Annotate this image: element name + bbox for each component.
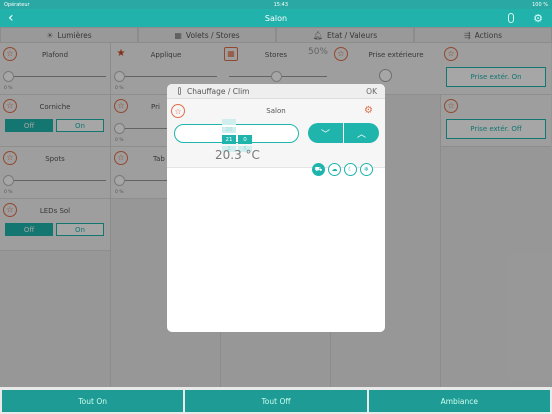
setpoint-stepper: ﹀ ︿ [308,123,379,143]
mode-selector: ⛟ ☁ ☾ ❄ [312,163,373,176]
ambiance-button[interactable]: Ambiance [368,390,550,412]
back-chevron-icon[interactable]: ‹ [8,10,14,26]
room-label: Salon [266,107,286,115]
decrease-button[interactable]: ﹀ [308,123,344,143]
thermostat-panel: ☆ Salon ⚙ 20 21 0 2 5 20.3 °C ﹀ ︿ ⛟ ☁ ☾ … [167,99,385,176]
picker-minute[interactable]: 0 [238,135,252,144]
picker-hour[interactable]: 21 [222,135,236,144]
moon-icon[interactable]: ☾ [344,163,357,176]
clock: 15:43 [273,1,289,8]
increase-button[interactable]: ︿ [344,123,379,143]
status-bar: Opérateur 15:43 100 % [0,0,552,9]
car-icon[interactable]: ⛟ [312,163,325,176]
picker-cell [222,119,236,125]
ok-button[interactable]: OK [366,87,377,96]
gear-icon[interactable]: ⚙ [533,12,543,25]
thermometer-icon [178,87,181,95]
thermostat-dialog: Chauffage / Clim OK ☆ Salon ⚙ 20 21 0 2 … [167,84,385,332]
thermometer-icon[interactable] [508,13,514,23]
nav-bar: ‹ Salon ⚙ [0,9,552,27]
page-title: Salon [264,13,288,23]
bottom-bar: Tout On Tout Off Ambiance [0,388,552,414]
all-off-button[interactable]: Tout Off [185,390,367,412]
dialog-header: Chauffage / Clim OK [167,84,385,99]
picker-cell: 20 [222,127,236,133]
battery-label: 100 % [532,1,548,8]
cloud-icon[interactable]: ☁ [328,163,341,176]
settings-gear-icon[interactable]: ⚙ [364,105,373,116]
snowflake-icon[interactable]: ❄ [360,163,373,176]
carrier-label: Opérateur [4,1,30,8]
setpoint-value: 20.3 °C [215,148,260,162]
dialog-title: Chauffage / Clim [187,86,250,96]
all-on-button[interactable]: Tout On [2,390,184,412]
